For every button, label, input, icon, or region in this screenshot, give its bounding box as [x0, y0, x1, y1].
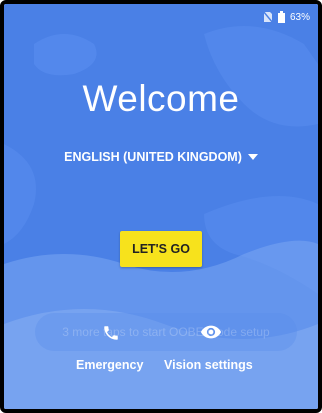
vision-settings-button[interactable]: Vision settings — [164, 358, 253, 372]
emergency-button[interactable]: Emergency — [76, 358, 143, 372]
eye-icon[interactable] — [200, 324, 222, 340]
welcome-title: Welcome — [82, 78, 240, 119]
phone-icon[interactable] — [102, 324, 120, 342]
oobe-toast: 3 more taps to start OOBE mode setup — [35, 313, 297, 351]
device-frame: 63% Welcome ENGLISH (UNITED KINGDOM) LET… — [0, 0, 322, 413]
language-label: ENGLISH (UNITED KINGDOM) — [64, 150, 242, 164]
lets-go-button[interactable]: LET'S GO — [120, 231, 202, 267]
dropdown-arrow-icon — [247, 154, 258, 160]
status-bar: 63% — [262, 10, 310, 24]
battery-icon — [277, 11, 285, 23]
no-sim-icon — [262, 11, 273, 23]
battery-percentage: 63% — [289, 11, 310, 23]
setup-screen: 63% Welcome ENGLISH (UNITED KINGDOM) LET… — [4, 4, 318, 409]
language-selector[interactable]: ENGLISH (UNITED KINGDOM) — [4, 150, 318, 164]
